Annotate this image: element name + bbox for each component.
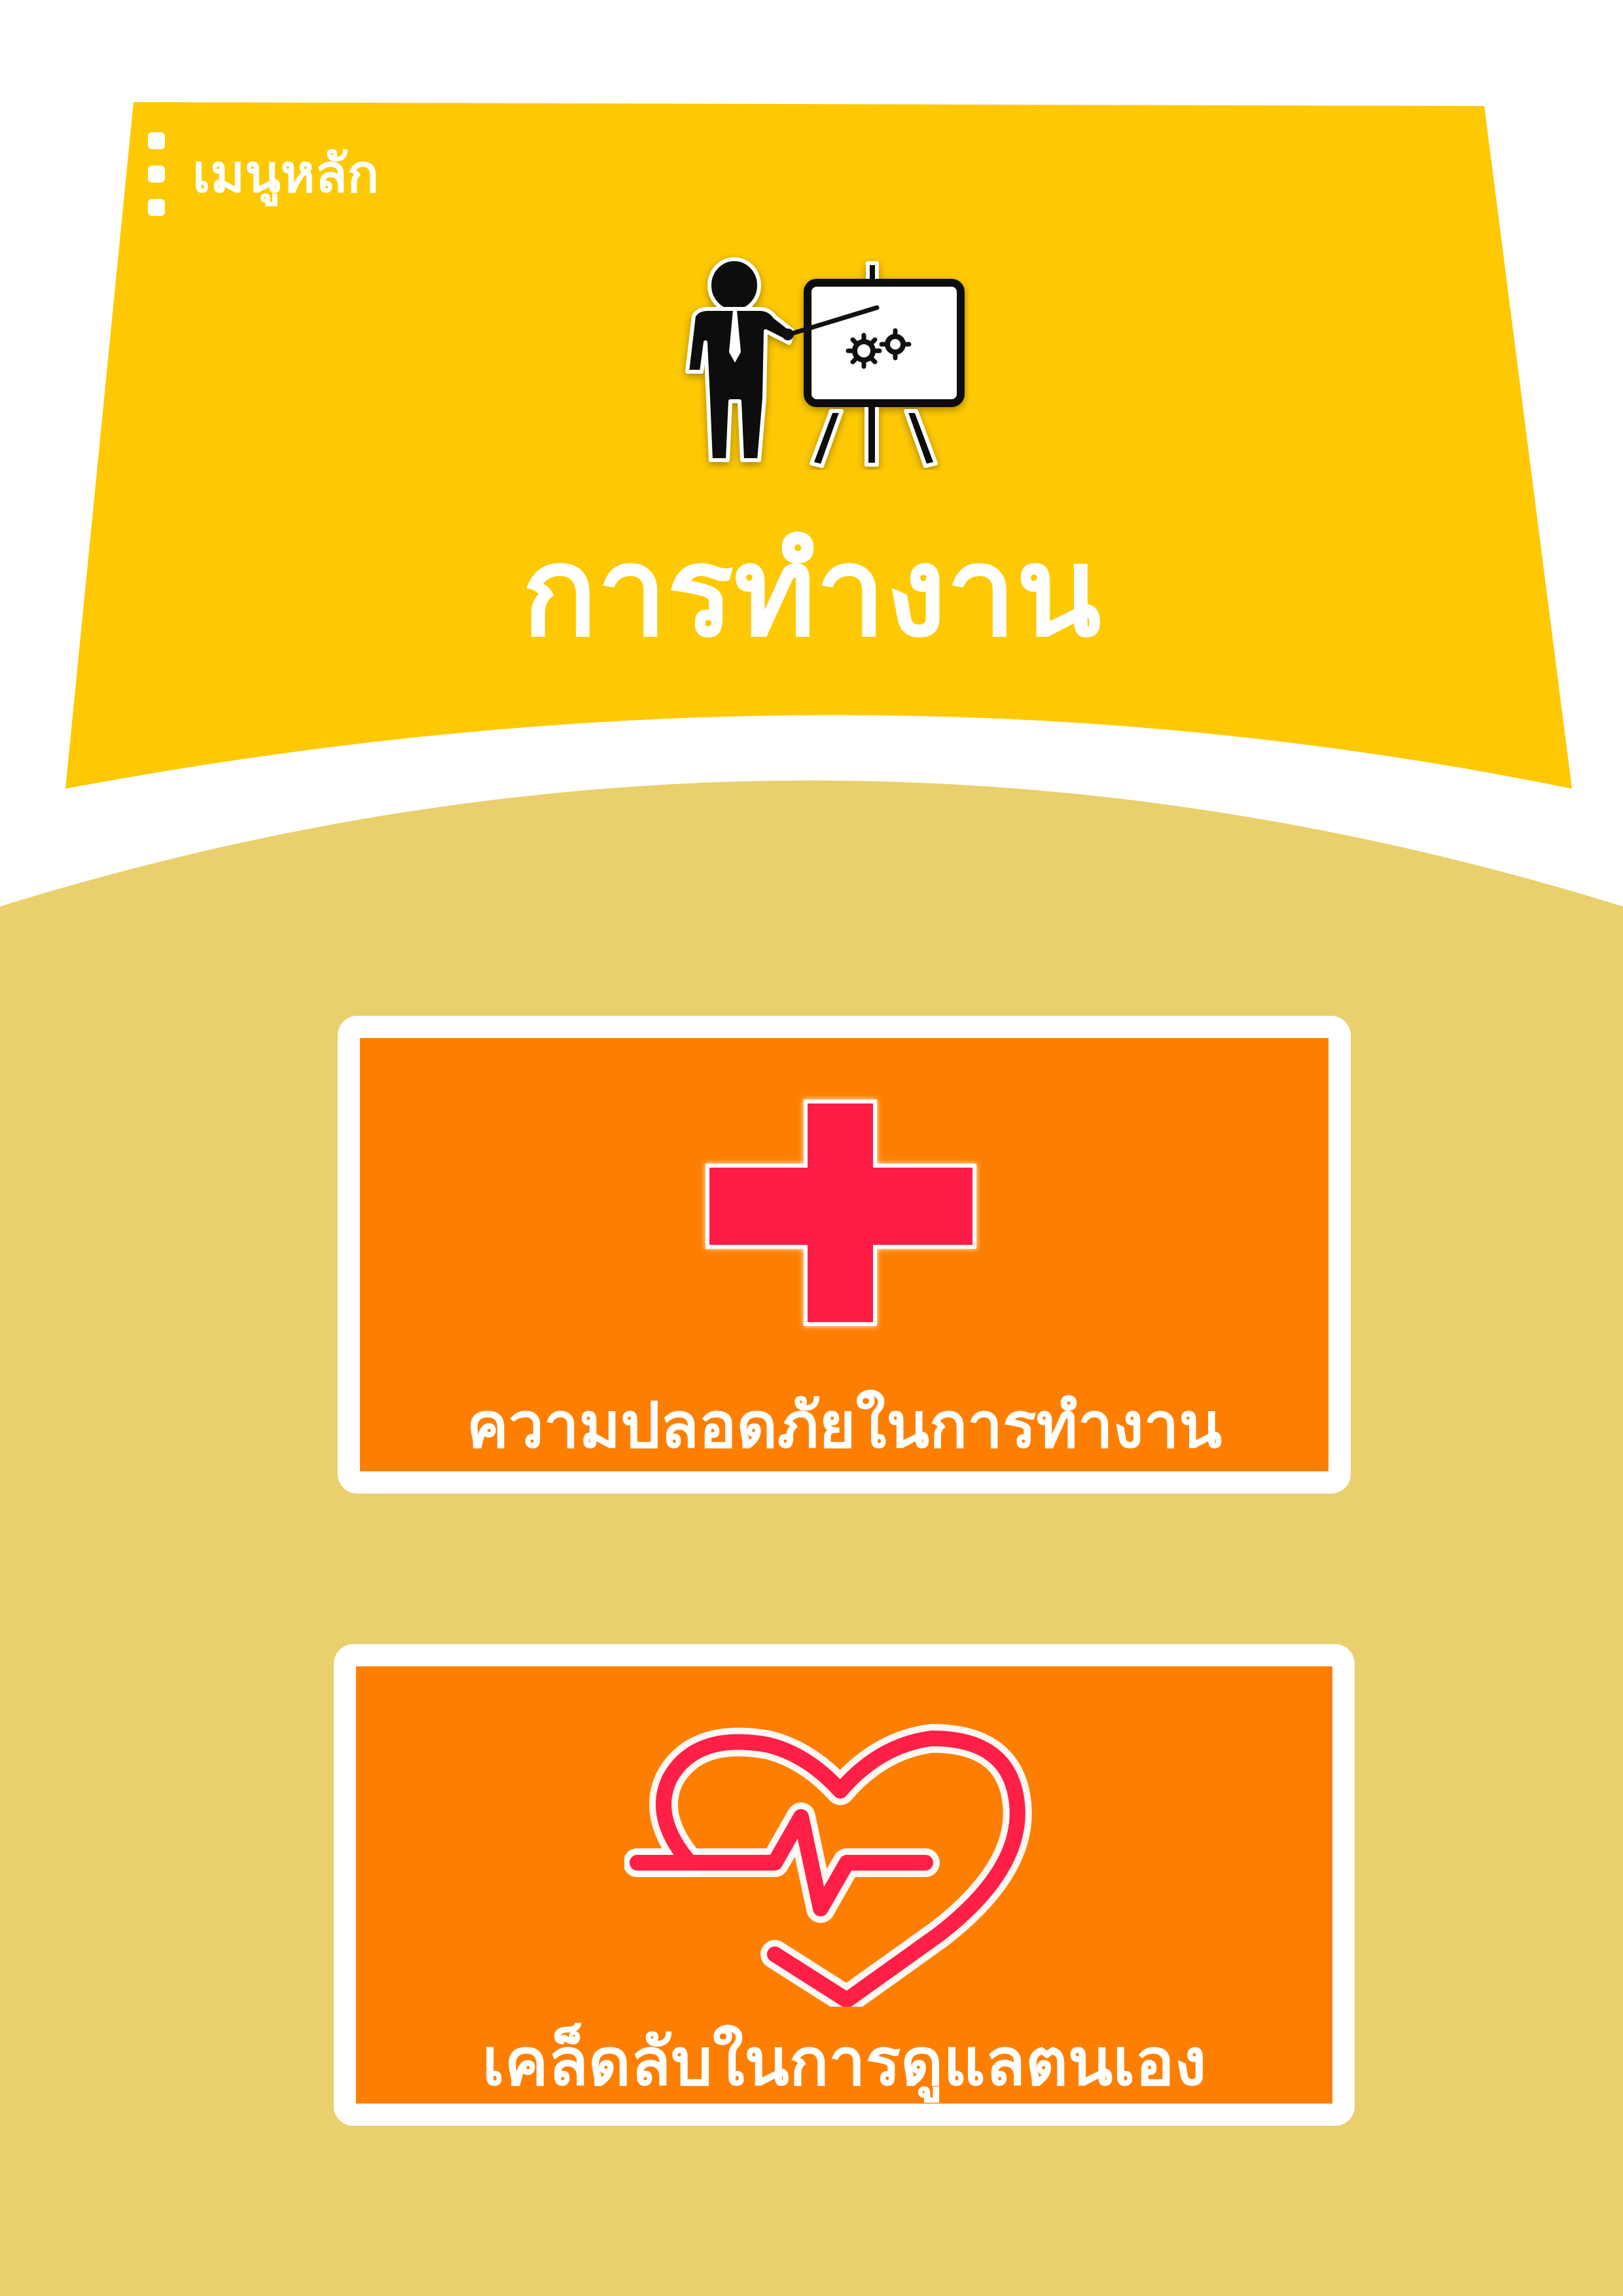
- presenter-easel-icon: [685, 257, 965, 468]
- self-care-tips-card-face: เคล็ดลับในการดูแลตนเอง: [356, 1666, 1332, 2104]
- main-menu-label: เมนูหลัก: [192, 143, 379, 204]
- self-care-tips-label: เคล็ดลับในการดูแลตนเอง: [482, 2024, 1207, 2100]
- main-menu-button[interactable]: เมนูหลัก: [148, 128, 379, 220]
- red-cross-icon: [709, 1103, 972, 1322]
- page-title: การทำงาน: [522, 520, 1101, 664]
- work-safety-label: ความปลอดภัยในการทำงาน: [466, 1389, 1222, 1462]
- self-care-tips-card[interactable]: เคล็ดลับในการดูแลตนเอง: [334, 1644, 1355, 2126]
- heartbeat-icon: [624, 1724, 1032, 2007]
- more-vertical-icon: [148, 132, 165, 216]
- work-safety-card[interactable]: ความปลอดภัยในการทำงาน: [338, 1016, 1351, 1494]
- work-safety-card-face: ความปลอดภัยในการทำงาน: [360, 1038, 1329, 1471]
